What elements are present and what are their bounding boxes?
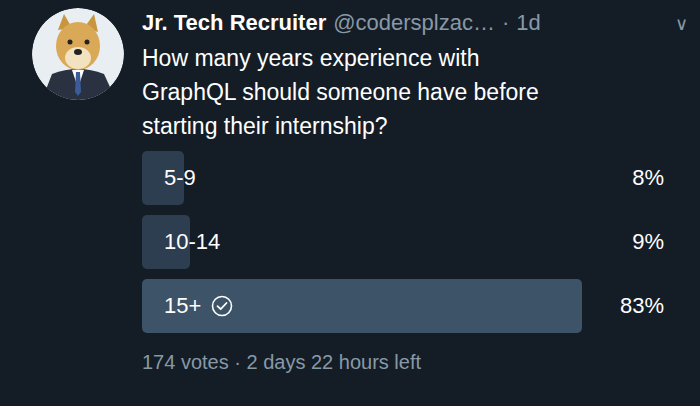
- tweet-text: How many years experience with GraphQL s…: [142, 41, 688, 143]
- poll-option[interactable]: 5-9 8%: [142, 151, 672, 205]
- doge-avatar-icon: [32, 8, 124, 100]
- check-circle-icon: [211, 295, 233, 317]
- tweet: Jr. Tech Recruiter @codersplzac… · 1d ∨ …: [0, 0, 700, 406]
- separator: ·: [502, 8, 509, 38]
- option-percent: 9%: [632, 229, 664, 255]
- poll-footer: 174 votes · 2 days 22 hours left: [142, 351, 688, 374]
- poll-bar: [142, 279, 582, 333]
- option-label: 10-14: [164, 229, 220, 255]
- avatar[interactable]: [32, 8, 124, 100]
- poll-option[interactable]: 10-14 9%: [142, 215, 672, 269]
- option-percent: 83%: [620, 293, 664, 319]
- option-label: 15+: [164, 293, 201, 319]
- handle[interactable]: @codersplzac…: [333, 8, 495, 38]
- display-name[interactable]: Jr. Tech Recruiter: [142, 8, 326, 38]
- poll: 5-9 8% 10-14 9% 15+ 83%: [142, 151, 688, 333]
- option-percent: 8%: [632, 165, 664, 191]
- poll-option[interactable]: 15+ 83%: [142, 279, 672, 333]
- menu-chevron-icon[interactable]: ∨: [675, 9, 688, 39]
- option-label: 5-9: [164, 165, 196, 191]
- tweet-header: Jr. Tech Recruiter @codersplzac… · 1d ∨: [142, 8, 688, 39]
- timestamp[interactable]: 1d: [516, 8, 540, 38]
